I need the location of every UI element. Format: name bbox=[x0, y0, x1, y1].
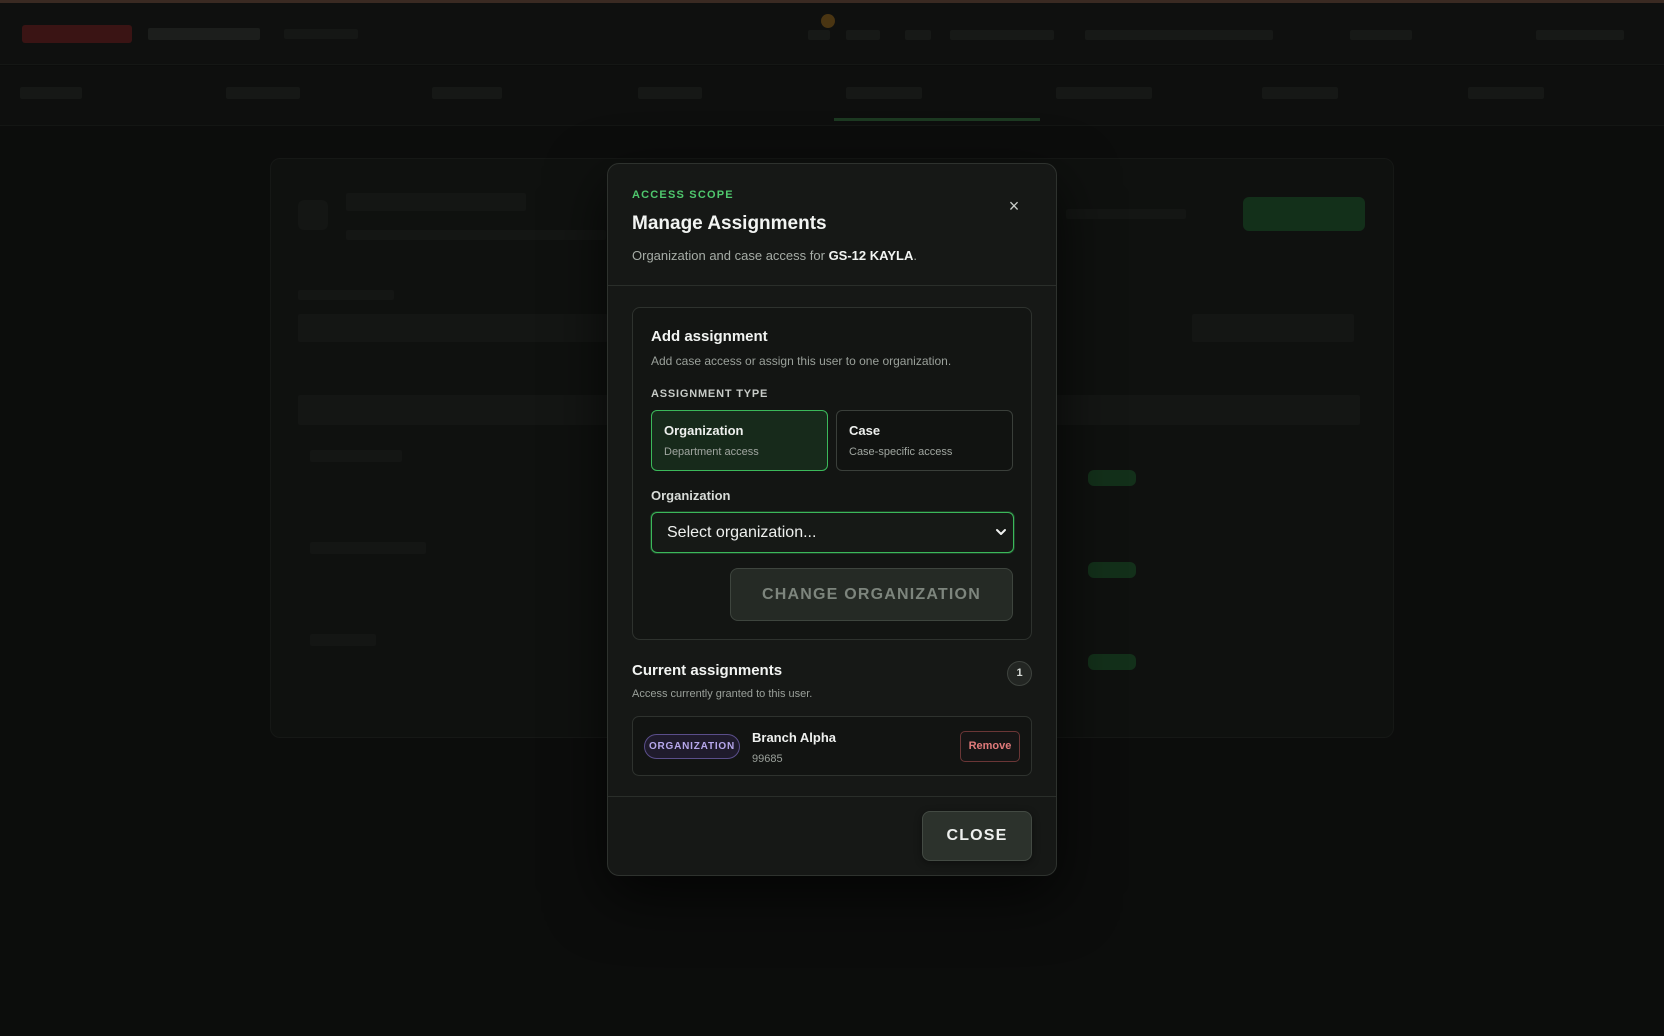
chevron-down-icon bbox=[996, 529, 1006, 535]
assignment-name: Branch Alpha bbox=[752, 730, 837, 745]
assignment-row: ORGANIZATION Branch Alpha 99685 Remove bbox=[632, 716, 1032, 776]
dialog-description: Organization and case access for GS-12 K… bbox=[632, 248, 917, 263]
background-card-title bbox=[346, 193, 526, 211]
assignment-type-organization[interactable]: Organization Department access bbox=[651, 410, 828, 471]
background-table-row bbox=[310, 542, 426, 554]
current-assignments-title: Current assignments bbox=[632, 662, 783, 679]
assignment-type-case[interactable]: Case Case-specific access bbox=[836, 410, 1013, 471]
close-icon[interactable]: × bbox=[1002, 194, 1026, 218]
background-filter-select bbox=[1192, 314, 1354, 342]
dialog-header: ACCESS SCOPE Manage Assignments Organiza… bbox=[608, 164, 1056, 286]
background-table-row bbox=[310, 634, 376, 646]
background-nav-item bbox=[432, 87, 502, 99]
background-header-item bbox=[1536, 30, 1624, 40]
background-card-action bbox=[1066, 209, 1186, 219]
background-header-item bbox=[1350, 30, 1412, 40]
dialog-footer: CLOSE bbox=[608, 796, 1056, 875]
background-primary-action bbox=[1243, 197, 1365, 231]
background-nav-active-indicator bbox=[834, 118, 1040, 121]
change-organization-label: CHANGE ORGANIZATION bbox=[762, 586, 981, 603]
background-header-item bbox=[1085, 30, 1273, 40]
app-root: ACCESS SCOPE Manage Assignments Organiza… bbox=[0, 0, 1664, 1036]
change-organization-button[interactable]: CHANGE ORGANIZATION bbox=[730, 568, 1013, 621]
dialog-description-prefix: Organization and case access for bbox=[632, 248, 829, 263]
manage-assignments-dialog: ACCESS SCOPE Manage Assignments Organiza… bbox=[607, 163, 1057, 876]
assignment-type-badge: ORGANIZATION bbox=[644, 734, 740, 759]
organization-select-value: Select organization... bbox=[667, 524, 817, 541]
background-status-badge bbox=[1088, 654, 1136, 670]
remove-label: Remove bbox=[968, 740, 1012, 752]
dialog-eyebrow: ACCESS SCOPE bbox=[632, 189, 734, 201]
background-nav-item bbox=[846, 87, 922, 99]
background-nav-item bbox=[226, 87, 300, 99]
background-nav-item bbox=[638, 87, 702, 99]
background-card-subtitle bbox=[346, 230, 606, 240]
assignment-type-sub: Case-specific access bbox=[849, 446, 953, 458]
dialog-title: Manage Assignments bbox=[632, 213, 827, 234]
background-filter-input bbox=[298, 314, 608, 342]
background-nav-item bbox=[1056, 87, 1152, 99]
background-nav-item bbox=[20, 87, 82, 99]
assignment-id: 99685 bbox=[752, 753, 783, 765]
background-logo bbox=[22, 25, 132, 43]
background-subtitle bbox=[284, 29, 358, 39]
assignment-type-name: Case bbox=[849, 423, 881, 438]
dialog-description-suffix: . bbox=[913, 248, 917, 263]
close-button-label: CLOSE bbox=[946, 827, 1008, 844]
background-nav-item bbox=[1262, 87, 1338, 99]
background-header-item bbox=[846, 30, 880, 40]
background-notification-dot bbox=[821, 14, 835, 28]
assignment-type-label: ASSIGNMENT TYPE bbox=[651, 388, 769, 400]
background-filter-label bbox=[298, 290, 394, 300]
organization-select[interactable]: Select organization... bbox=[651, 512, 1014, 553]
background-brand bbox=[148, 28, 260, 40]
add-assignment-title: Add assignment bbox=[651, 328, 768, 345]
background-table-row bbox=[310, 450, 402, 462]
background-header-item bbox=[905, 30, 931, 40]
dialog-user-name: GS-12 KAYLA bbox=[828, 248, 914, 263]
remove-assignment-button[interactable]: Remove bbox=[960, 731, 1020, 762]
background-header-item bbox=[950, 30, 1054, 40]
add-assignment-description: Add case access or assign this user to o… bbox=[651, 354, 952, 368]
organization-label: Organization bbox=[651, 488, 731, 503]
background-header-item bbox=[808, 30, 830, 40]
assignment-type-sub: Department access bbox=[664, 446, 759, 458]
close-button[interactable]: CLOSE bbox=[922, 811, 1032, 861]
add-assignment-panel: Add assignment Add case access or assign… bbox=[632, 307, 1032, 640]
background-status-badge bbox=[1088, 562, 1136, 578]
background-nav-item bbox=[1468, 87, 1544, 99]
current-assignments-description: Access currently granted to this user. bbox=[632, 688, 813, 700]
background-card-icon bbox=[298, 200, 328, 230]
current-assignments-count: 1 bbox=[1007, 661, 1032, 686]
assignment-type-name: Organization bbox=[664, 423, 744, 438]
background-status-badge bbox=[1088, 470, 1136, 486]
background-header bbox=[0, 3, 1664, 65]
